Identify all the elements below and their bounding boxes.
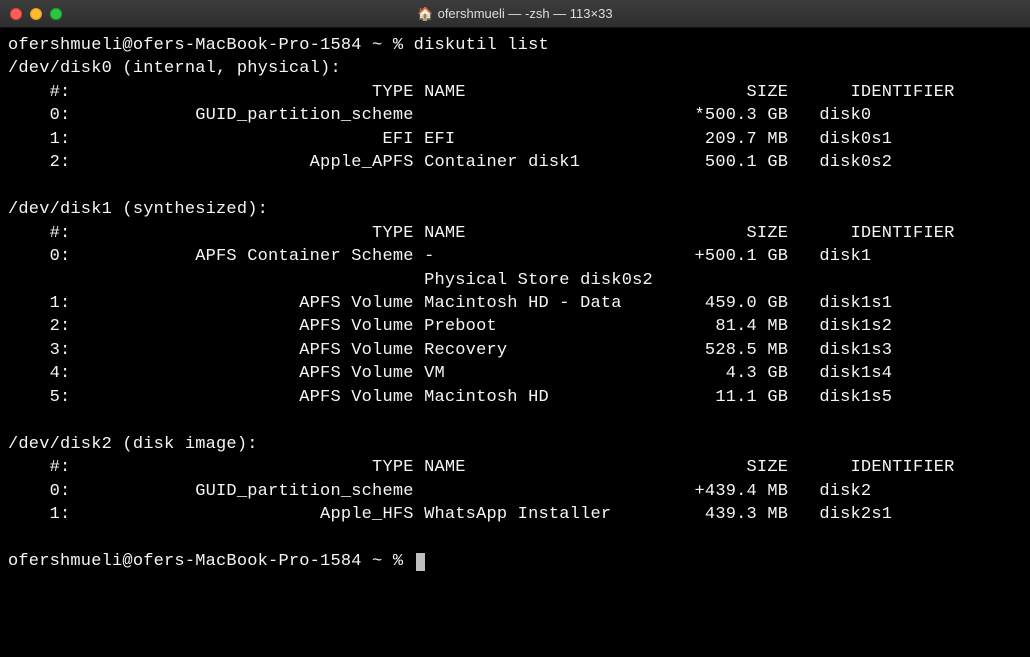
close-icon[interactable] [10, 8, 22, 20]
titlebar: 🏠 ofershmueli — -zsh — 113×33 [0, 0, 1030, 28]
terminal-output[interactable]: ofershmueli@ofers-MacBook-Pro-1584 ~ % d… [0, 28, 1030, 581]
window-title: 🏠 ofershmueli — -zsh — 113×33 [0, 6, 1030, 22]
window-controls [10, 8, 62, 20]
home-icon: 🏠 [417, 6, 433, 21]
minimize-icon[interactable] [30, 8, 42, 20]
zoom-icon[interactable] [50, 8, 62, 20]
window-title-text: ofershmueli — -zsh — 113×33 [438, 6, 613, 21]
terminal-window: 🏠 ofershmueli — -zsh — 113×33 ofershmueli… [0, 0, 1030, 657]
cursor [416, 553, 425, 571]
